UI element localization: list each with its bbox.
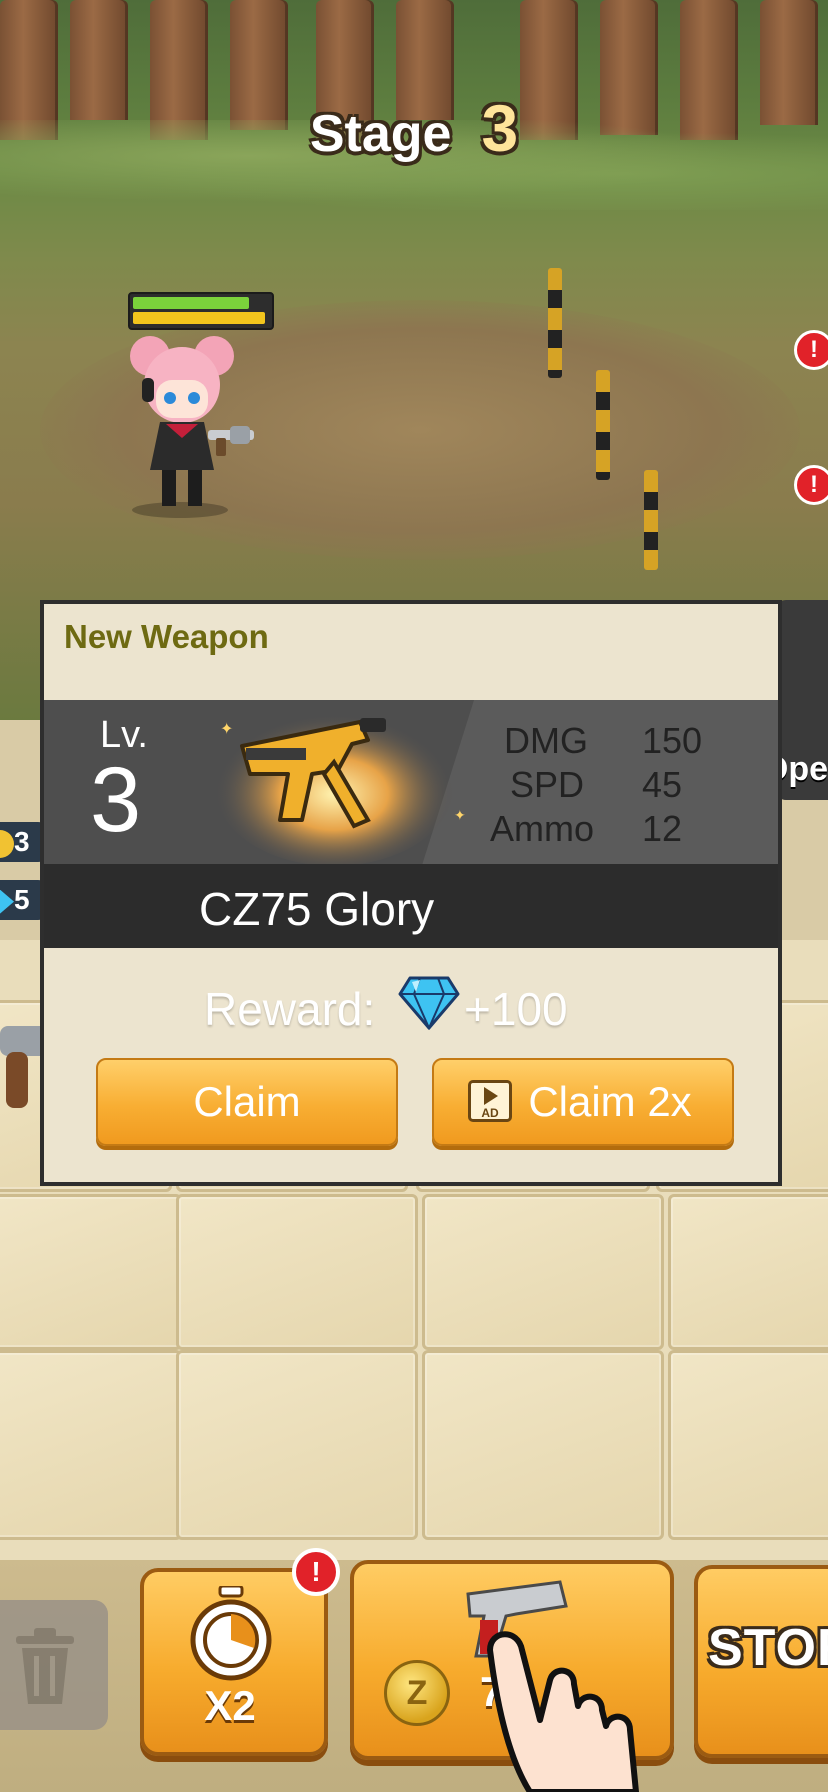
- board-slot[interactable]: [0, 1194, 182, 1350]
- board-slot[interactable]: [668, 1350, 828, 1540]
- stat-dmg-label: DMG: [504, 720, 588, 761]
- trash-icon: [16, 1628, 74, 1704]
- stage-number: 3: [481, 91, 519, 165]
- video-ad-icon: AD: [468, 1080, 512, 1122]
- stat-ammo-label: Ammo: [490, 808, 595, 849]
- stat-spd-label: SPD: [510, 764, 585, 805]
- weapon-name: CZ75 Glory: [199, 883, 435, 935]
- barrier-post: [548, 268, 562, 378]
- claim-button[interactable]: Claim: [96, 1058, 398, 1146]
- svg-text:✦: ✦: [454, 807, 466, 823]
- stat-dmg-value: 150: [642, 720, 703, 761]
- store-label: STOR: [708, 1619, 828, 1677]
- svg-text:✦: ✦: [220, 721, 233, 738]
- tutorial-hand-pointer-icon: [487, 1631, 639, 1792]
- gold-coin-icon: [0, 829, 14, 858]
- board-slot[interactable]: [0, 1350, 182, 1540]
- claim-label: Claim: [193, 1078, 301, 1125]
- board-slot[interactable]: [176, 1194, 418, 1350]
- gem-amount: 5: [14, 884, 30, 915]
- ad-icon-text: AD: [481, 1106, 499, 1120]
- alert-icon[interactable]: !: [794, 330, 828, 370]
- level-value: 3: [90, 749, 142, 851]
- barrier-post: [596, 370, 610, 480]
- z-coin-icon: Z: [384, 1660, 450, 1726]
- stopwatch-icon: [190, 1586, 272, 1681]
- claim-2x-label: Claim 2x: [528, 1078, 692, 1125]
- board-slot[interactable]: [176, 1350, 418, 1540]
- stat-ammo-value: 12: [642, 808, 683, 849]
- weapon-image: ✦ ✦: [214, 706, 466, 864]
- dialog-title: New Weapon: [64, 618, 269, 655]
- board-slot[interactable]: [422, 1350, 664, 1540]
- player-health-bar: [128, 292, 274, 330]
- diamond-icon: [398, 976, 460, 1030]
- reward-value: +100: [464, 983, 568, 1035]
- energy-fill: [133, 312, 265, 324]
- gem-icon: [0, 889, 14, 914]
- gold-amount: 3: [14, 826, 30, 857]
- speed-multiplier-label: X2: [204, 1682, 256, 1729]
- claim-2x-button[interactable]: AD Claim 2x: [432, 1058, 734, 1146]
- player-character: [130, 336, 254, 518]
- alert-icon[interactable]: !: [794, 465, 828, 505]
- reward-label: Reward:: [204, 983, 376, 1035]
- stage-title: Stage 3: [0, 90, 828, 166]
- health-fill: [133, 297, 249, 309]
- board-slot[interactable]: [668, 1194, 828, 1350]
- barrier-post: [644, 470, 658, 570]
- stage-label: Stage: [309, 105, 452, 163]
- trash-button[interactable]: [0, 1600, 108, 1730]
- speed-alert-badge: !: [292, 1548, 340, 1596]
- stat-spd-value: 45: [642, 764, 683, 805]
- board-slot[interactable]: [422, 1194, 664, 1350]
- new-weapon-dialog: New Weapon Lv. 3 ✦ ✦ DMG 150 SPD 45 Ammo…: [40, 600, 782, 1186]
